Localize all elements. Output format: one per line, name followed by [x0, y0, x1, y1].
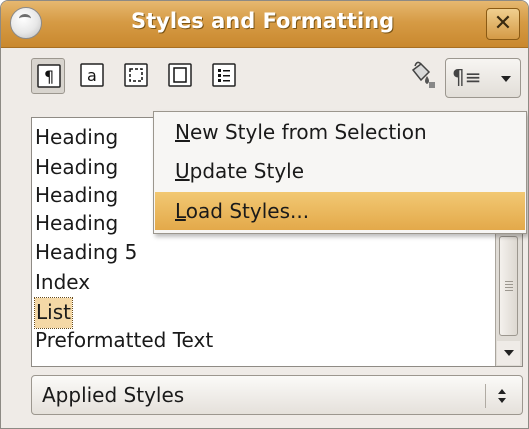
list-styles-icon: [212, 63, 236, 87]
page-styles-icon: [168, 63, 192, 87]
window-title: Styles and Formatting: [131, 9, 395, 33]
style-filter-combobox[interactable]: Applied Styles: [31, 375, 523, 415]
list-item[interactable]: Heading: [35, 181, 118, 211]
style-actions-menu: New Style from Selection Update Style Lo…: [153, 111, 527, 234]
new-style-icon: ¶≡: [452, 65, 482, 89]
list-item[interactable]: Heading: [35, 153, 118, 183]
list-item[interactable]: Heading 5: [35, 238, 137, 268]
page-styles-button[interactable]: [163, 58, 197, 94]
menu-item-load-styles[interactable]: Load Styles...: [155, 192, 525, 230]
new-style-dropdown[interactable]: ¶≡: [445, 58, 521, 98]
list-item-selected[interactable]: List: [34, 297, 73, 329]
list-item[interactable]: Index: [35, 268, 90, 298]
frame-styles-icon: [124, 63, 148, 87]
fill-format-icon: [411, 61, 435, 88]
spin-arrows-icon: [498, 389, 506, 403]
toolbar: ¶ a ¶≡: [1, 48, 528, 110]
menu-item-update-style[interactable]: Update Style: [155, 152, 525, 190]
list-item[interactable]: Preformatted Text: [35, 326, 213, 356]
app-icon[interactable]: [10, 7, 42, 39]
list-styles-button[interactable]: [207, 58, 241, 94]
svg-text:¶: ¶: [44, 67, 54, 86]
fill-format-mode-button[interactable]: [405, 60, 439, 94]
close-button[interactable]: ✕: [486, 8, 520, 40]
chevron-down-icon: [501, 76, 511, 82]
character-styles-button[interactable]: a: [75, 58, 109, 94]
list-item[interactable]: Heading: [35, 123, 118, 153]
scroll-down-button[interactable]: [497, 341, 520, 365]
menu-item-new-style-from-selection[interactable]: New Style from Selection: [155, 113, 525, 151]
grip-icon: [505, 281, 513, 291]
list-item[interactable]: Heading: [35, 209, 118, 239]
style-filter-value: Applied Styles: [42, 383, 185, 407]
title-bar[interactable]: Styles and Formatting ✕: [1, 1, 528, 48]
character-styles-icon: a: [80, 63, 104, 87]
styles-and-formatting-window: Styles and Formatting ✕ ¶ a ¶≡ Heading H…: [0, 0, 529, 429]
close-icon: ✕: [493, 11, 513, 36]
svg-text:a: a: [87, 66, 97, 85]
paragraph-styles-button[interactable]: ¶: [31, 58, 65, 94]
frame-styles-button[interactable]: [119, 58, 153, 94]
paragraph-styles-icon: ¶: [37, 64, 61, 88]
scrollbar-thumb[interactable]: [499, 236, 518, 336]
combobox-divider: [485, 384, 486, 408]
